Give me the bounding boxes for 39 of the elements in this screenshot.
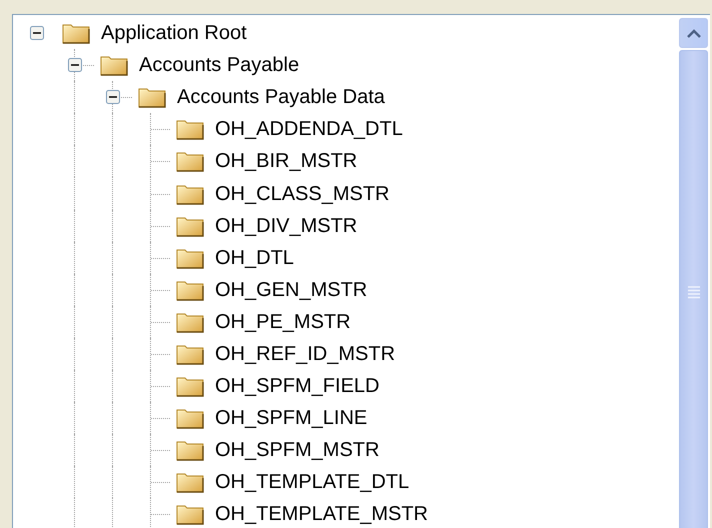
tree-item-label[interactable]: OH_DTL — [215, 248, 294, 268]
folder-icon — [62, 22, 90, 44]
grip-icon — [688, 285, 700, 299]
folder-icon — [176, 407, 204, 430]
tree-item-label[interactable]: OH_TEMPLATE_DTL — [215, 472, 410, 492]
folder-icon — [176, 375, 204, 398]
folder-icon — [176, 439, 204, 462]
folder-icon — [176, 246, 204, 269]
folder-icon — [100, 54, 128, 76]
collapse-icon[interactable] — [106, 90, 120, 104]
folder-icon — [176, 278, 204, 301]
tree-item-label[interactable]: OH_REF_ID_MSTR — [215, 344, 396, 364]
tree-item-label[interactable]: OH_SPFM_LINE — [215, 408, 368, 428]
tree-item-label[interactable]: OH_CLASS_MSTR — [215, 184, 390, 204]
up-caret-icon — [686, 28, 700, 38]
collapse-icon[interactable] — [68, 58, 82, 72]
scroll-up-button[interactable] — [679, 18, 708, 48]
folder-icon — [176, 503, 204, 526]
scrollbar-thumb[interactable] — [679, 50, 708, 528]
folder-icon — [176, 118, 204, 140]
tree-item-label[interactable]: OH_DIV_MSTR — [215, 216, 358, 236]
tree-item-label[interactable]: OH_SPFM_FIELD — [215, 376, 380, 396]
tree-item-label[interactable]: Accounts Payable Data — [177, 87, 385, 108]
folder-icon — [176, 214, 204, 237]
tree-item-label[interactable]: OH_SPFM_MSTR — [215, 440, 380, 460]
folder-icon — [176, 310, 204, 333]
folder-icon — [176, 150, 204, 172]
tree-item-label[interactable]: OH_PE_MSTR — [215, 312, 351, 332]
tree-item-label[interactable]: Accounts Payable — [139, 55, 300, 76]
collapse-icon[interactable] — [30, 26, 44, 40]
folder-icon — [176, 182, 204, 205]
tree-item-label[interactable]: OH_BIR_MSTR — [215, 151, 358, 172]
folder-icon — [138, 86, 166, 108]
folder-icon — [176, 342, 204, 365]
tree-item-label[interactable]: OH_GEN_MSTR — [215, 280, 368, 300]
tree-item-label[interactable]: OH_TEMPLATE_MSTR — [215, 504, 428, 524]
tree-item-label[interactable]: OH_ADDENDA_DTL — [215, 119, 403, 140]
tree-item-label[interactable]: Application Root — [101, 23, 247, 44]
folder-icon — [176, 471, 204, 494]
